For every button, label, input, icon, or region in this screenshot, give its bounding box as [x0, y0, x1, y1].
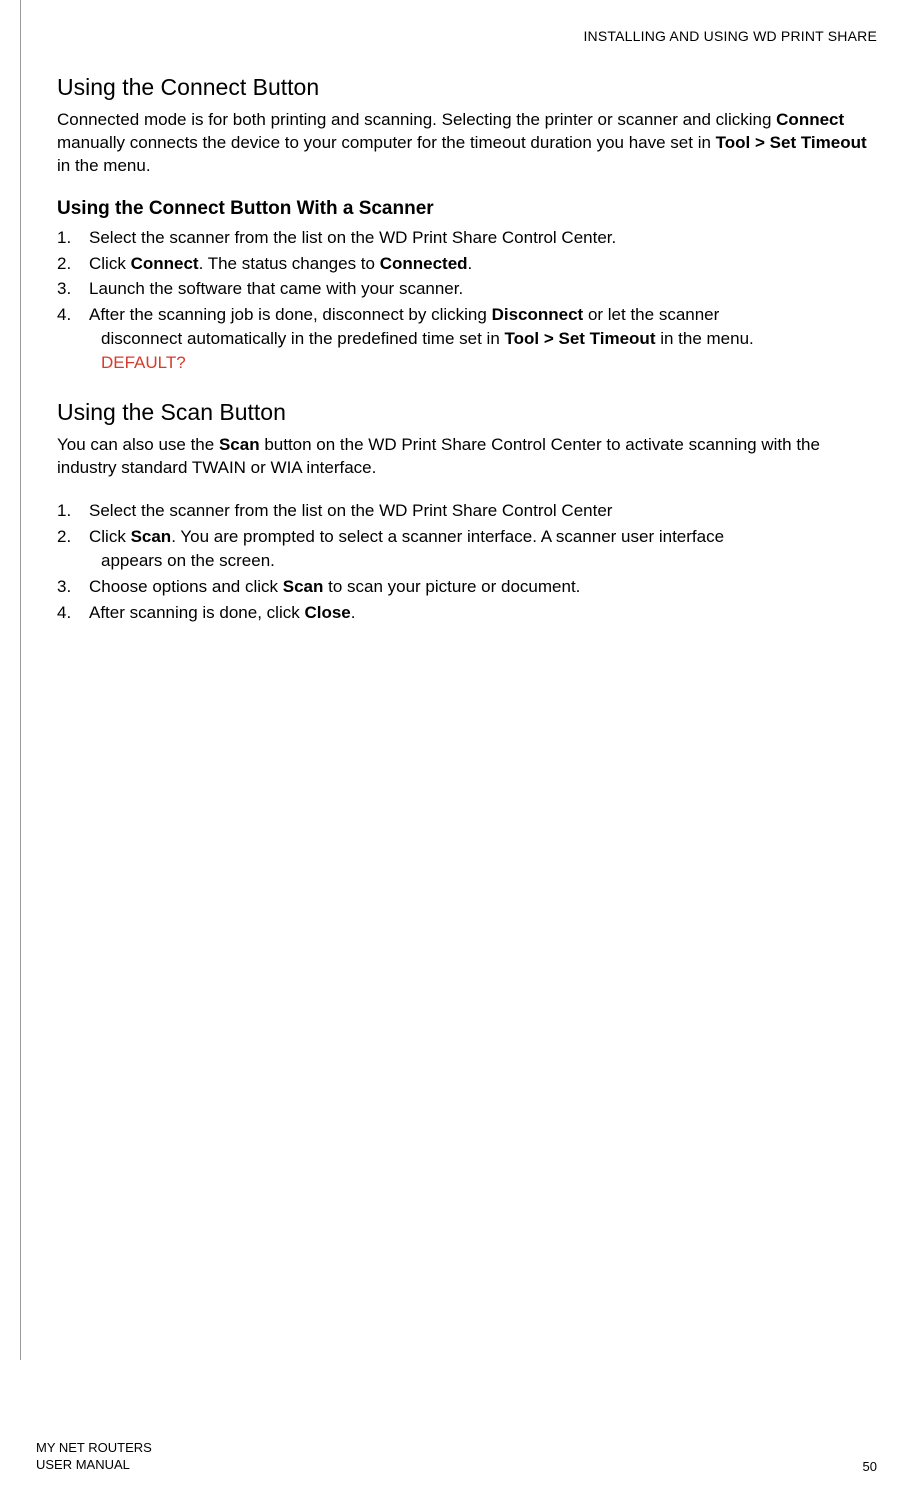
bold-text: Connected: [380, 254, 468, 273]
text: Click: [89, 254, 131, 273]
list-item: 3. Launch the software that came with yo…: [57, 277, 877, 301]
text: disconnect automatically in the predefin…: [101, 329, 505, 348]
bold-text: Scan: [283, 577, 324, 596]
continuation: appears on the screen.: [101, 549, 877, 573]
section2-intro: You can also use the Scan button on the …: [57, 434, 877, 480]
list-number: 3.: [57, 277, 85, 301]
text: manually connects the device to your com…: [57, 133, 716, 152]
page-content: INSTALLING AND USING WD PRINT SHARE Usin…: [20, 0, 913, 1360]
chapter-header: INSTALLING AND USING WD PRINT SHARE: [57, 28, 877, 44]
text: Click: [89, 527, 131, 546]
text: . The status changes to: [199, 254, 380, 273]
list-item: 4. After scanning is done, click Close.: [57, 601, 877, 625]
list-item: 2. Click Connect. The status changes to …: [57, 252, 877, 276]
list-number: 4.: [57, 303, 85, 374]
list-number: 3.: [57, 575, 85, 599]
list-number: 2.: [57, 252, 85, 276]
text: After the scanning job is done, disconne…: [89, 305, 492, 324]
red-annotation: DEFAULT?: [101, 351, 877, 375]
list-item: 4. After the scanning job is done, disco…: [57, 303, 877, 374]
bold-text: Connect: [131, 254, 199, 273]
text: Choose options and click: [89, 577, 283, 596]
footer-subtitle: USER MANUAL: [36, 1457, 152, 1474]
text: Connected mode is for both printing and …: [57, 110, 776, 129]
list-item: 1. Select the scanner from the list on t…: [57, 226, 877, 250]
section2-title: Using the Scan Button: [57, 399, 877, 426]
page-footer: MY NET ROUTERS USER MANUAL 50: [36, 1440, 877, 1474]
section2-steps: 1. Select the scanner from the list on t…: [57, 499, 877, 624]
list-number: 1.: [57, 499, 85, 523]
list-text: After scanning is done, click Close.: [85, 601, 877, 625]
section1-title: Using the Connect Button: [57, 74, 877, 101]
text: After scanning is done, click: [89, 603, 304, 622]
continuation: disconnect automatically in the predefin…: [101, 327, 877, 351]
text: or let the scanner: [583, 305, 719, 324]
bold-text: Close: [304, 603, 350, 622]
list-text: Select the scanner from the list on the …: [85, 226, 877, 250]
bold-text: Scan: [131, 527, 172, 546]
list-item: 3. Choose options and click Scan to scan…: [57, 575, 877, 599]
text: .: [351, 603, 356, 622]
section1-steps: 1. Select the scanner from the list on t…: [57, 226, 877, 375]
page-number: 50: [863, 1459, 877, 1474]
list-text: After the scanning job is done, disconne…: [85, 303, 877, 374]
bold-text: Tool > Set Timeout: [505, 329, 656, 348]
list-text: Click Scan. You are prompted to select a…: [85, 525, 877, 573]
bold-text: Scan: [219, 435, 260, 454]
footer-title: MY NET ROUTERS: [36, 1440, 152, 1457]
list-text: Select the scanner from the list on the …: [85, 499, 877, 523]
bold-text: Tool > Set Timeout: [716, 133, 867, 152]
text: in the menu.: [655, 329, 753, 348]
footer-left: MY NET ROUTERS USER MANUAL: [36, 1440, 152, 1474]
text: in the menu.: [57, 156, 151, 175]
list-text: Click Connect. The status changes to Con…: [85, 252, 877, 276]
section1-subheading: Using the Connect Button With a Scanner: [57, 198, 877, 220]
list-text: Choose options and click Scan to scan yo…: [85, 575, 877, 599]
text: . You are prompted to select a scanner i…: [171, 527, 724, 546]
section1-intro: Connected mode is for both printing and …: [57, 109, 877, 178]
list-item: 1. Select the scanner from the list on t…: [57, 499, 877, 523]
bold-text: Connect: [776, 110, 844, 129]
text: to scan your picture or document.: [323, 577, 580, 596]
text: You can also use the: [57, 435, 219, 454]
list-number: 1.: [57, 226, 85, 250]
list-item: 2. Click Scan. You are prompted to selec…: [57, 525, 877, 573]
list-number: 4.: [57, 601, 85, 625]
bold-text: Disconnect: [492, 305, 584, 324]
list-text: Launch the software that came with your …: [85, 277, 877, 301]
text: .: [468, 254, 473, 273]
list-number: 2.: [57, 525, 85, 573]
